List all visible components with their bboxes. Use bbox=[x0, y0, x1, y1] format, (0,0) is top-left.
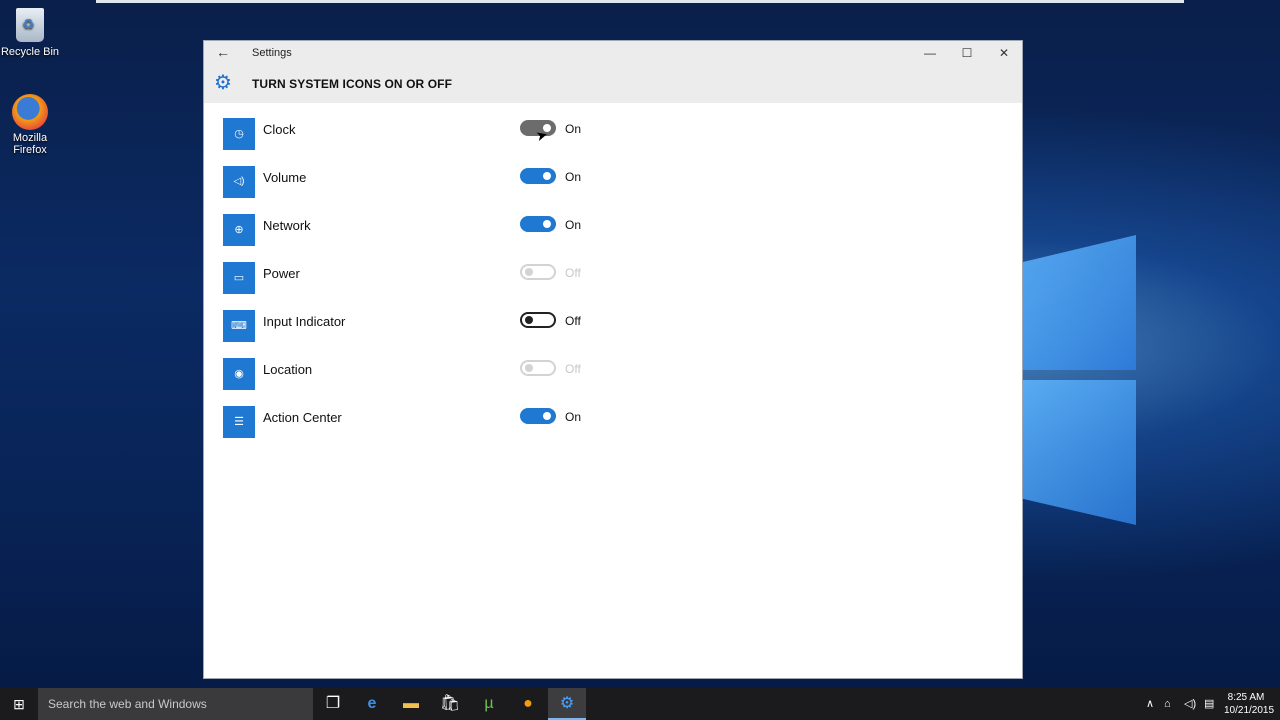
list-item-network: ⊕ Network On bbox=[223, 214, 1003, 262]
taskbar-clock[interactable]: 8:25 AM 10/21/2015 bbox=[1224, 691, 1275, 717]
recycle-bin-icon bbox=[16, 8, 44, 42]
clock-date: 10/21/2015 bbox=[1224, 705, 1275, 716]
toggle-state: Off bbox=[565, 362, 581, 376]
taskbar: ⊞ Search the web and Windows ❐ e ▬ 🛍 µ ●… bbox=[0, 688, 1280, 720]
item-label: Network bbox=[263, 218, 311, 233]
file-explorer-icon[interactable]: ▬ bbox=[392, 688, 430, 720]
edge-icon[interactable]: e bbox=[353, 688, 391, 720]
wallpaper-logo-pane bbox=[1023, 235, 1136, 370]
toggle-state: On bbox=[565, 122, 582, 136]
item-label: Action Center bbox=[263, 410, 342, 425]
network-tray-icon[interactable]: ⌂ bbox=[1164, 688, 1171, 720]
location-toggle bbox=[520, 360, 556, 376]
wallpaper-logo-pane bbox=[1023, 380, 1136, 525]
back-arrow-icon[interactable]: ← bbox=[216, 44, 230, 60]
toggle-state: Off bbox=[565, 266, 581, 280]
battery-icon: ▭ bbox=[223, 262, 255, 294]
volume-toggle[interactable] bbox=[520, 168, 556, 184]
start-button[interactable]: ⊞ bbox=[0, 688, 38, 720]
close-button[interactable]: ✕ bbox=[986, 41, 1022, 65]
show-hidden-icons-icon[interactable]: ∧ bbox=[1146, 688, 1154, 720]
search-box[interactable]: Search the web and Windows bbox=[38, 688, 313, 720]
clock-time: 8:25 AM bbox=[1227, 692, 1265, 703]
system-icons-list: ◷ Clock On ➤ ◁) Volume On ⊕ Network On ▭… bbox=[223, 118, 1003, 454]
item-label: Clock bbox=[263, 122, 296, 137]
list-item-volume: ◁) Volume On bbox=[223, 166, 1003, 214]
list-item-input-indicator: ⌨ Input Indicator Off bbox=[223, 310, 1003, 358]
action-center-tray-icon[interactable]: ▤ bbox=[1204, 688, 1214, 720]
clock-icon: ◷ bbox=[223, 118, 255, 150]
title-bar: ← Settings — ☐ ✕ bbox=[204, 41, 1022, 65]
toggle-state: On bbox=[565, 170, 582, 184]
background-window-edge bbox=[96, 0, 1184, 3]
desktop-icon-label: Recycle Bin bbox=[0, 46, 60, 58]
page-title: TURN SYSTEM ICONS ON OR OFF bbox=[252, 77, 453, 91]
desktop-icon-label: Mozilla Firefox bbox=[12, 132, 48, 156]
store-icon[interactable]: 🛍 bbox=[431, 688, 469, 720]
utorrent-icon[interactable]: µ bbox=[470, 688, 508, 720]
network-icon: ⊕ bbox=[223, 214, 255, 246]
location-icon: ◉ bbox=[223, 358, 255, 390]
item-label: Input Indicator bbox=[263, 314, 346, 329]
settings-window: ← Settings — ☐ ✕ ⚙ TURN SYSTEM ICONS ON … bbox=[203, 40, 1023, 679]
settings-taskbar-icon[interactable]: ⚙ bbox=[548, 688, 586, 720]
item-label: Power bbox=[263, 266, 300, 281]
list-item-clock: ◷ Clock On ➤ bbox=[223, 118, 1003, 166]
power-toggle bbox=[520, 264, 556, 280]
task-view-icon[interactable]: ❐ bbox=[314, 688, 352, 720]
toggle-state: On bbox=[565, 410, 582, 424]
toggle-state: On bbox=[565, 218, 582, 232]
firefox-icon bbox=[12, 94, 48, 130]
gear-icon: ⚙ bbox=[214, 72, 232, 94]
keyboard-icon: ⌨ bbox=[223, 310, 255, 342]
toggle-state: Off bbox=[565, 314, 581, 328]
action-center-toggle[interactable] bbox=[520, 408, 556, 424]
page-header: ⚙ TURN SYSTEM ICONS ON OR OFF bbox=[204, 65, 1022, 103]
volume-icon: ◁) bbox=[223, 166, 255, 198]
minimize-button[interactable]: — bbox=[912, 41, 948, 65]
list-item-action-center: ☰ Action Center On bbox=[223, 406, 1003, 454]
input-indicator-toggle[interactable] bbox=[520, 312, 556, 328]
maximize-button[interactable]: ☐ bbox=[949, 41, 985, 65]
list-item-location: ◉ Location Off bbox=[223, 358, 1003, 406]
action-center-icon: ☰ bbox=[223, 406, 255, 438]
desktop-icon-firefox[interactable]: Mozilla Firefox bbox=[0, 94, 62, 156]
volume-tray-icon[interactable]: ◁) bbox=[1184, 688, 1196, 720]
network-toggle[interactable] bbox=[520, 216, 556, 232]
item-label: Volume bbox=[263, 170, 307, 185]
firefox-taskbar-icon[interactable]: ● bbox=[509, 688, 547, 720]
list-item-power: ▭ Power Off bbox=[223, 262, 1003, 310]
item-label: Location bbox=[263, 362, 313, 377]
desktop-icon-recycle-bin[interactable]: Recycle Bin bbox=[0, 8, 62, 58]
window-title: Settings bbox=[252, 47, 292, 59]
